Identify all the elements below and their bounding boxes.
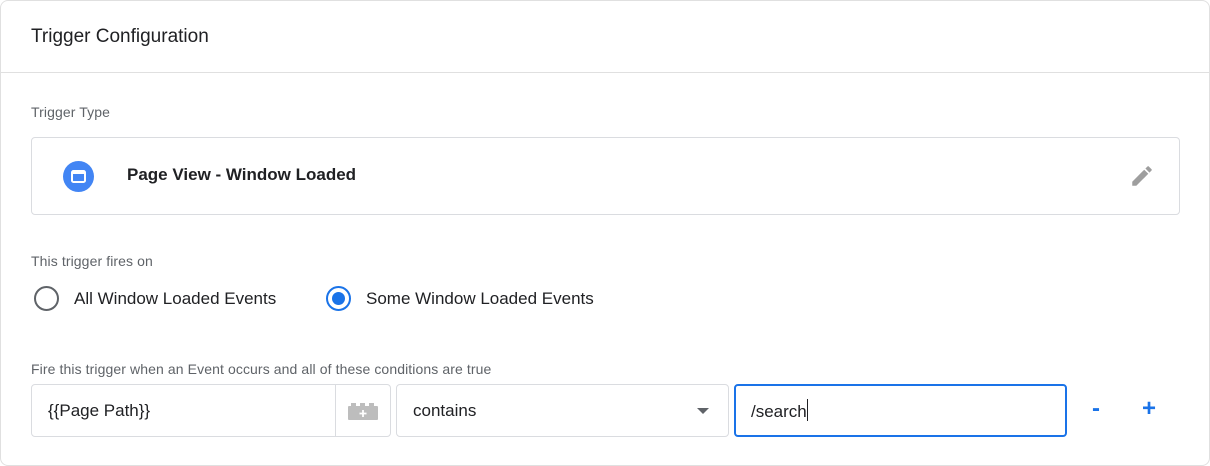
trigger-type-selector[interactable]: Page View - Window Loaded [31, 137, 1180, 215]
conditions-label: Fire this trigger when an Event occurs a… [31, 361, 492, 377]
dropdown-arrow-icon [697, 408, 709, 414]
trigger-type-label: Trigger Type [31, 104, 111, 120]
card-header: Trigger Configuration [1, 1, 1209, 73]
radio-all-events[interactable]: All Window Loaded Events [34, 286, 276, 311]
radio-some-events[interactable]: Some Window Loaded Events [326, 286, 594, 311]
remove-condition-button[interactable]: - [1081, 394, 1111, 424]
building-block-icon [348, 402, 378, 420]
operator-value: contains [413, 400, 477, 420]
card-title: Trigger Configuration [31, 25, 209, 47]
radio-all-events-label[interactable]: All Window Loaded Events [74, 289, 276, 309]
trigger-type-name: Page View - Window Loaded [127, 165, 357, 184]
radio-some-events-label[interactable]: Some Window Loaded Events [366, 289, 594, 309]
variable-picker-button[interactable] [335, 385, 390, 436]
condition-value-text: /search [751, 402, 807, 421]
window-icon [63, 161, 94, 192]
fires-on-label: This trigger fires on [31, 253, 153, 269]
operator-select[interactable]: contains [396, 384, 729, 437]
radio-checked-icon[interactable] [326, 286, 351, 311]
trigger-configuration-card: Trigger Configuration Trigger Type Page … [0, 0, 1210, 466]
text-cursor [806, 399, 809, 421]
condition-value-input[interactable]: /search [734, 384, 1067, 437]
variable-field[interactable]: {{Page Path}} [31, 384, 391, 437]
variable-value: {{Page Path}} [48, 400, 151, 420]
add-condition-button[interactable]: + [1134, 394, 1164, 424]
radio-unchecked-icon[interactable] [34, 286, 59, 311]
pencil-edit-icon[interactable] [1129, 163, 1155, 189]
